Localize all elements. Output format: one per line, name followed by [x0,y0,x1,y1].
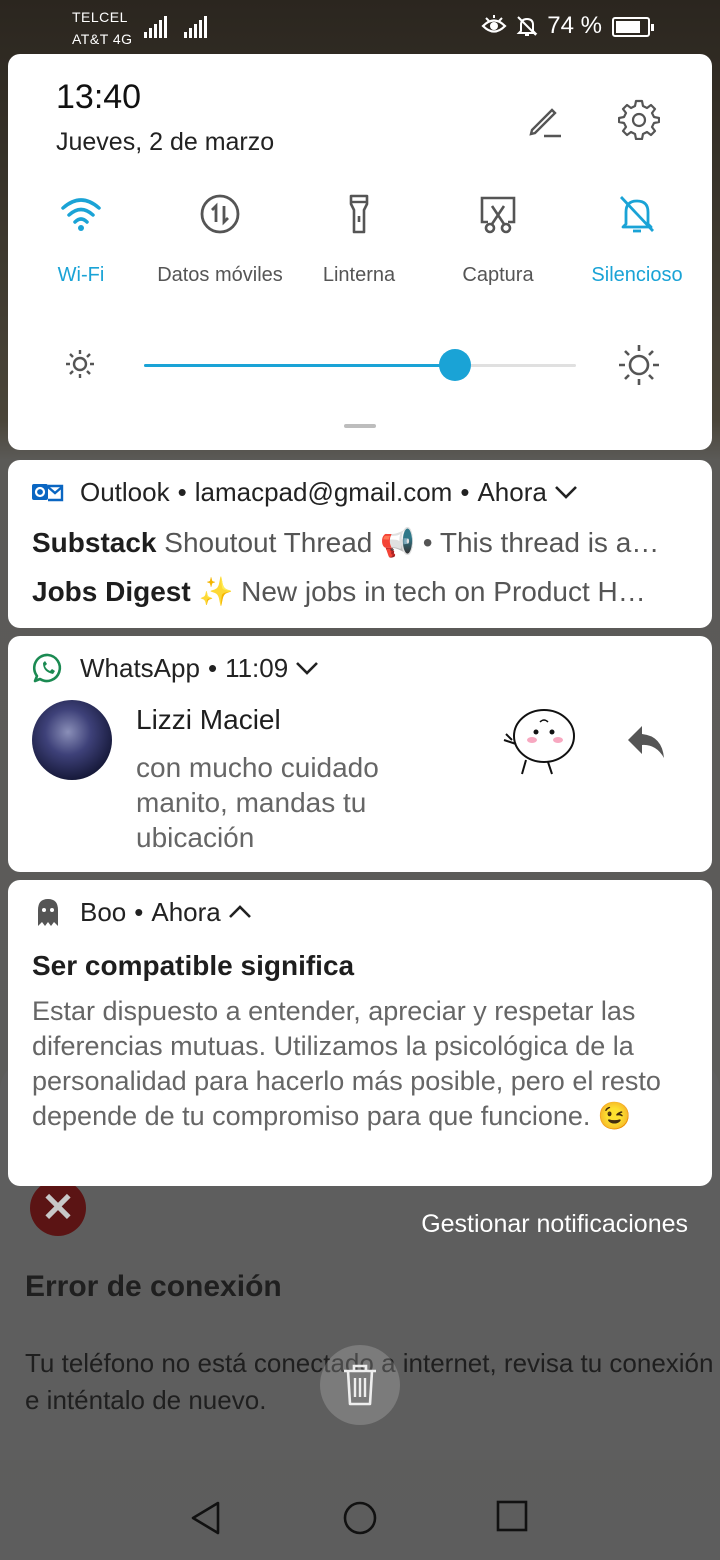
brightness-high-icon [619,345,659,385]
tile-mobile-data[interactable]: Datos móviles [150,192,290,287]
brightness-slider[interactable] [144,349,576,381]
app-name: Outlook [80,476,170,507]
tile-screenshot[interactable]: Captura [428,192,568,287]
manage-notifications-button[interactable]: Gestionar notificaciones [421,1210,688,1239]
sticker-image [503,709,575,775]
error-title: Error de conexión [25,1270,282,1303]
avatar [32,700,112,780]
notification-time: Ahora [477,476,547,507]
date: Jueves, 2 de marzo [56,128,275,156]
separator: • [134,896,144,927]
notification-title: Ser compatible significa [32,950,355,981]
chevron-down-icon[interactable] [553,479,579,505]
email-subject: ✨ New jobs in tech on Product H… [198,576,646,607]
battery-level [616,21,640,33]
separator: • [177,476,187,507]
email-row[interactable]: Jobs Digest ✨ New jobs in tech on Produc… [32,575,692,608]
recent-apps-icon[interactable] [496,1500,528,1532]
carrier-secondary: AT&T 4G [72,31,133,47]
clock: 13:40 [56,78,142,116]
email-subject: Shoutout Thread 📢 • This thread is a… [164,527,660,558]
gear-icon[interactable] [618,98,660,140]
quick-settings-panel: 13:40 Jueves, 2 de marzo Wi-Fi Datos móv… [8,54,712,450]
battery-icon [612,17,654,37]
notification-header: WhatsApp • 11:09 [32,652,320,684]
edit-icon[interactable] [524,100,564,140]
tile-label: Datos móviles [157,264,283,286]
status-bar: TELCEL AT&T 4G 74 % [0,0,720,52]
separator: • [460,476,470,507]
email-sender: Jobs Digest [32,576,191,607]
whatsapp-icon [32,653,62,683]
notification-time: 11:09 [225,652,289,683]
brightness-slider-thumb[interactable] [439,349,472,381]
tile-flashlight[interactable]: Linterna [289,192,429,287]
notification-body: Estar dispuesto a entender, apreciar y r… [32,996,661,1131]
contact-name: Lizzi Maciel [136,704,281,735]
tile-silent[interactable]: Silencioso [567,192,707,287]
trash-icon [344,1364,376,1406]
outlook-icon [32,484,64,502]
silent-icon [619,196,655,233]
battery-percent: 74 % [547,12,602,39]
mobile-data-icon [200,194,240,234]
flashlight-icon [349,194,369,234]
app-name: Boo [80,896,127,927]
app-name: WhatsApp [80,652,200,683]
message-text: con mucho cuidado manito, mandas tu ubic… [136,752,379,853]
separator: • [207,652,218,683]
email-sender: Substack [32,527,157,558]
tile-wifi[interactable]: Wi-Fi [11,192,151,287]
notification-header: Outlook • lamacpad@gmail.com • Ahora [32,476,579,508]
email-row[interactable]: Substack Shoutout Thread 📢 • This thread… [32,526,692,559]
tile-label: Captura [462,264,534,286]
notification-outlook[interactable]: Outlook • lamacpad@gmail.com • Ahora Sub… [8,460,712,628]
tile-label: Wi-Fi [57,264,105,286]
clear-all-button[interactable] [320,1345,400,1425]
chevron-up-icon[interactable] [227,899,253,925]
carrier-primary: TELCEL [72,9,128,25]
tile-label: Linterna [322,264,396,286]
ghost-icon [38,899,58,926]
notification-boo[interactable]: Boo • Ahora Ser compatible significa Est… [8,880,712,1186]
wifi-icon [61,198,101,231]
reply-icon[interactable] [624,722,668,762]
home-icon[interactable] [342,1500,378,1536]
screenshot-icon [480,196,516,234]
notification-header: Boo • Ahora [32,896,253,928]
chevron-down-icon[interactable] [294,655,320,681]
error-icon: ✕ [30,1180,86,1236]
brightness-low-icon [66,350,94,378]
tile-label: Silencioso [591,264,683,286]
panel-drag-handle[interactable] [344,424,376,428]
signal-icon [184,16,207,38]
navigation-bar [0,1470,720,1560]
brightness-slider-fill [144,364,456,367]
silent-icon [516,16,538,36]
back-icon[interactable] [188,1500,224,1536]
notification-time: Ahora [151,896,221,927]
notification-whatsapp[interactable]: WhatsApp • 11:09 Lizzi Maciel con mucho … [8,636,712,872]
eye-comfort-icon [481,15,507,33]
account: lamacpad@gmail.com [194,476,453,507]
signal-icon [144,16,167,38]
